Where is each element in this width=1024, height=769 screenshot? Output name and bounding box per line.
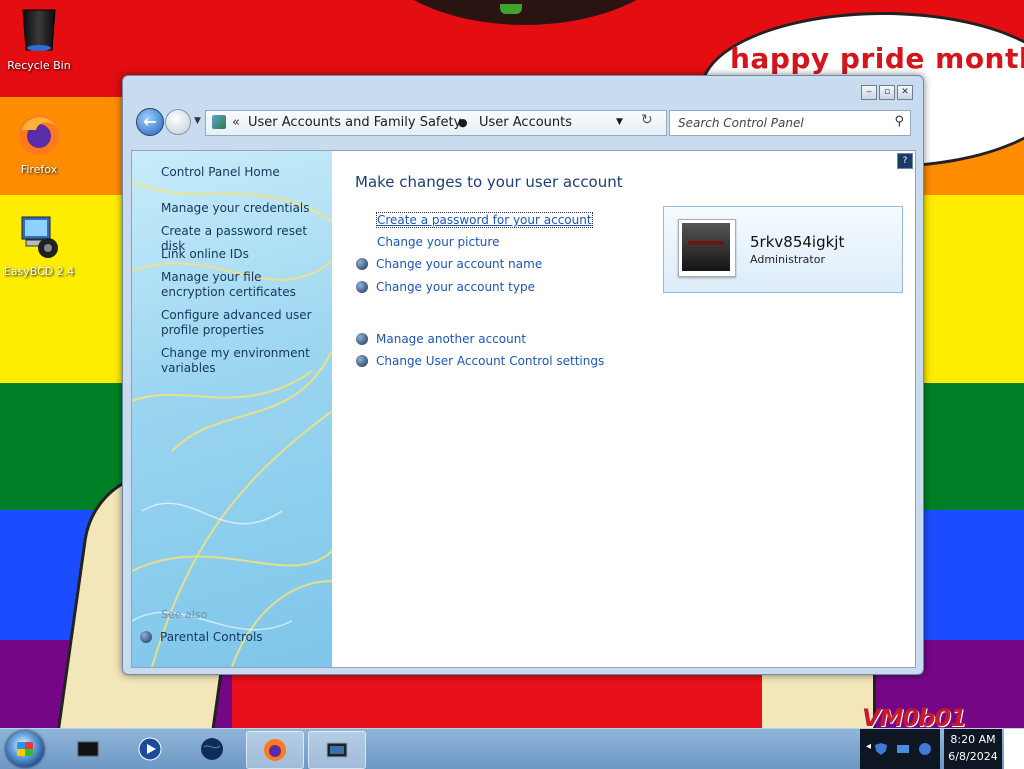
recycle-bin-icon [22,9,56,51]
desktop-icon-label: Recycle Bin [7,59,71,72]
address-bar[interactable]: « User Accounts and Family Safety ● User… [205,110,667,136]
change-account-name-link[interactable]: Change your account name [356,257,542,271]
address-dropdown-icon[interactable]: ▼ [616,117,623,127]
taskbar: ◂ 8:20 AM 6/8/2024 [0,728,1024,769]
desktop-icon-label: EasyBCD 2.4 [3,265,75,278]
start-button[interactable] [6,731,44,767]
control-panel-icon [212,115,226,129]
manage-another-account-link[interactable]: Manage another account [356,332,526,346]
parental-controls-label: Parental Controls [160,630,263,644]
speech-bubble-text: happy pride month [730,42,1024,75]
control-panel-window: ‒ ▫ ✕ ← ▼ « User Accounts and Family Saf… [122,75,924,675]
configure-profile-properties-link[interactable]: Configure advanced user profile properti… [161,308,326,338]
clock[interactable]: 8:20 AM 6/8/2024 [944,729,1002,769]
change-uac-settings-label: Change User Account Control settings [376,354,605,368]
shield-bullet-icon [356,281,368,293]
change-environment-variables-link[interactable]: Change my environment variables [161,346,326,376]
change-picture-link[interactable]: Change your picture [377,235,499,249]
globe-icon [201,738,223,760]
change-account-type-link[interactable]: Change your account type [356,280,535,294]
manage-credentials-link[interactable]: Manage your credentials [161,201,326,216]
desktop-icon-recycle-bin[interactable]: Recycle Bin [1,6,77,72]
manage-another-account-label: Manage another account [376,332,527,346]
shield-bullet-icon [356,355,368,367]
link-online-ids-link[interactable]: Link online IDs [161,247,326,262]
see-also-heading: See also [161,608,208,621]
clock-time: 8:20 AM [950,733,996,746]
user-account-tile: 5rkv854igkjt Administrator [663,206,903,293]
easybcd-icon [21,216,58,258]
maximize-button[interactable]: ▫ [879,85,895,100]
change-account-name-label: Change your account name [376,257,543,271]
shield-bullet-icon [356,333,368,345]
left-pane: Control Panel Home Manage your credentia… [132,151,332,667]
create-password-link[interactable]: Create a password for your account [376,212,593,228]
help-icon[interactable]: ? [897,153,913,169]
change-account-type-label: Change your account type [376,280,535,294]
breadcrumb-user-accounts-family-safety[interactable]: User Accounts and Family Safety [248,115,461,130]
refresh-icon[interactable]: ↻ [641,112,653,128]
minimize-button[interactable]: ‒ [861,85,877,100]
breadcrumb-user-accounts[interactable]: User Accounts [479,115,572,130]
show-desktop-button[interactable] [1004,729,1024,769]
page-heading: Make changes to your user account [355,173,623,191]
taskbar-app-globe[interactable] [184,731,240,767]
taskbar-app-firefox[interactable] [246,731,304,769]
taskbar-app-media-player[interactable] [122,731,178,767]
notification-area: ◂ [860,729,940,769]
content-area: Control Panel Home Manage your credentia… [131,150,916,668]
monitor-app-icon [77,741,99,757]
firefox-icon [19,115,59,155]
breadcrumb-overflow-icon[interactable]: « [232,115,240,130]
close-button[interactable]: ✕ [897,85,913,100]
firefox-icon [264,739,286,761]
desktop-icon-easybcd[interactable]: EasyBCD 2.4 [1,214,77,278]
user-name: 5rkv854igkjt [750,233,845,251]
breadcrumb-separator-icon[interactable]: ● [458,116,468,129]
recent-pages-dropdown-icon[interactable]: ▼ [194,116,201,126]
search-input[interactable] [676,114,885,132]
control-panel-icon [326,742,348,758]
back-button[interactable]: ← [136,108,164,136]
security-shield-icon[interactable] [874,742,888,756]
shield-bullet-icon [356,258,368,270]
parental-controls-link[interactable]: Parental Controls [140,630,263,644]
desktop-icon-firefox[interactable]: Firefox [1,112,77,176]
avatar [678,219,736,277]
caption-buttons: ‒ ▫ ✕ [861,85,913,100]
desktop-icon-label: Firefox [20,163,58,176]
navigation-bar: ← ▼ « User Accounts and Family Safety ● … [133,104,913,140]
cartoon-eye-shape [500,4,522,14]
manage-file-encryption-link[interactable]: Manage your file encryption certificates [161,270,326,300]
control-panel-home-link[interactable]: Control Panel Home [161,165,280,179]
media-player-icon [138,737,162,761]
volume-icon[interactable] [918,742,932,756]
search-box[interactable]: ⚲ [669,110,911,136]
clock-date: 6/8/2024 [948,750,998,763]
search-icon[interactable]: ⚲ [894,114,904,129]
forward-button[interactable] [165,109,191,135]
taskbar-app-1[interactable] [60,731,116,767]
taskbar-app-control-panel[interactable] [308,731,366,769]
main-pane: ? Make changes to your user account Crea… [332,151,915,667]
network-icon[interactable] [896,742,910,756]
user-role: Administrator [750,253,825,266]
change-uac-settings-link[interactable]: Change User Account Control settings [356,354,604,368]
shield-bullet-icon [140,631,152,643]
